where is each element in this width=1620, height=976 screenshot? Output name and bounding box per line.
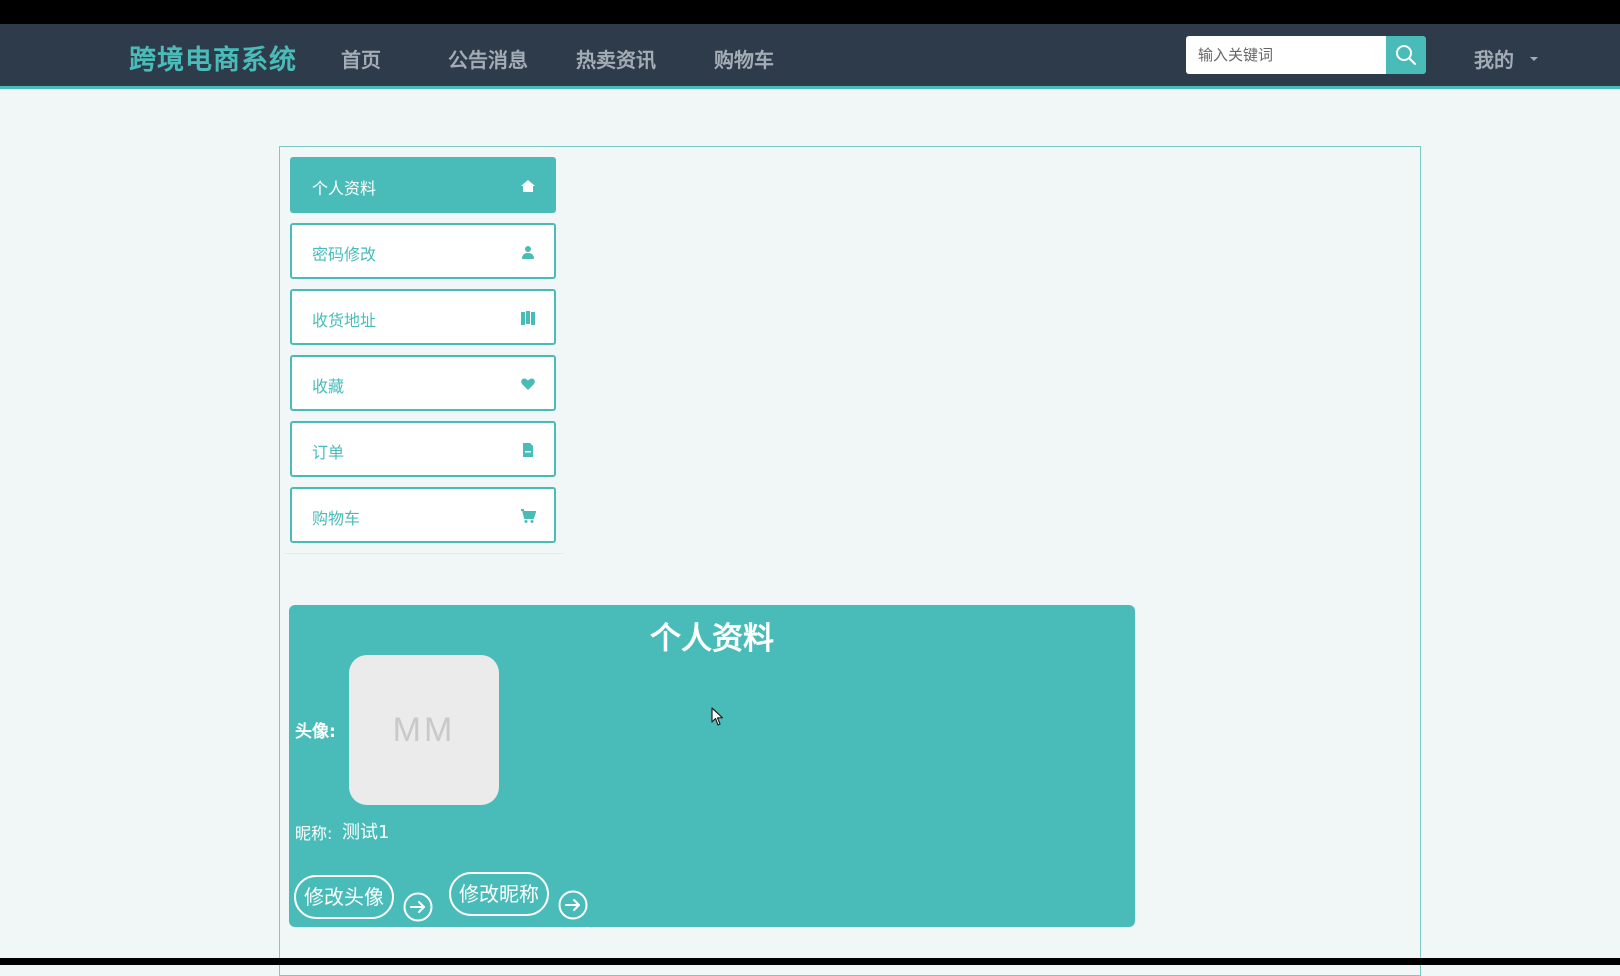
search-icon: [1396, 45, 1416, 65]
avatar-label: 头像:: [295, 722, 336, 742]
sidebar-item-password[interactable]: 密码修改: [290, 223, 556, 279]
nickname-value: 测试1: [342, 822, 390, 843]
heart-icon: [520, 376, 536, 392]
mouse-cursor-icon: [711, 707, 724, 726]
home-icon: [520, 178, 536, 194]
nickname-label: 昵称:: [295, 824, 333, 843]
user-menu[interactable]: 我的: [1474, 44, 1514, 73]
search-input[interactable]: [1186, 36, 1386, 74]
change-nickname-button[interactable]: 修改昵称: [449, 872, 549, 916]
search-button[interactable]: [1386, 36, 1426, 74]
brand-logo[interactable]: 跨境电商系统: [129, 38, 297, 77]
cart-icon: [520, 508, 536, 524]
nav-cart[interactable]: 购物车: [714, 44, 774, 73]
window-top-bar: [0, 0, 1620, 24]
sidebar-item-profile[interactable]: 个人资料: [290, 157, 556, 213]
file-icon: [520, 442, 536, 458]
sidebar-item-label: 购物车: [312, 509, 361, 528]
sidebar-item-favorites[interactable]: 收藏: [290, 355, 556, 411]
sidebar-item-label: 密码修改: [312, 245, 377, 264]
sidebar-item-label: 收货地址: [312, 311, 377, 330]
sidebar-item-label: 订单: [312, 443, 345, 462]
arrow-right-icon[interactable]: [558, 890, 588, 920]
sidebar-item-label: 收藏: [312, 377, 345, 396]
profile-title: 个人资料: [650, 621, 774, 657]
nav-announcements[interactable]: 公告消息: [448, 44, 528, 73]
sidebar-divider: [284, 553, 564, 554]
nav-hot-news[interactable]: 热卖资讯: [576, 44, 656, 73]
change-avatar-button[interactable]: 修改头像: [294, 875, 394, 919]
profile-card: 个人资料 头像: MM 昵称: 测试1 修改头像 修改昵称: [289, 605, 1135, 927]
sidebar-item-orders[interactable]: 订单: [290, 421, 556, 477]
sidebar-item-label: 个人资料: [312, 179, 377, 198]
top-navbar: 跨境电商系统 首页 公告消息 热卖资讯 购物车 我的: [0, 24, 1620, 89]
sidebar-item-address[interactable]: 收货地址: [290, 289, 556, 345]
chevron-down-icon[interactable]: [1530, 57, 1538, 61]
nav-home[interactable]: 首页: [341, 44, 381, 73]
arrow-right-icon[interactable]: [403, 892, 433, 922]
user-icon: [520, 244, 536, 260]
window-bottom-bar: [0, 958, 1620, 965]
avatar-initials: MM: [392, 710, 456, 749]
sidebar-item-cart[interactable]: 购物车: [290, 487, 556, 543]
avatar[interactable]: MM: [349, 655, 499, 805]
map-icon: [520, 310, 536, 326]
